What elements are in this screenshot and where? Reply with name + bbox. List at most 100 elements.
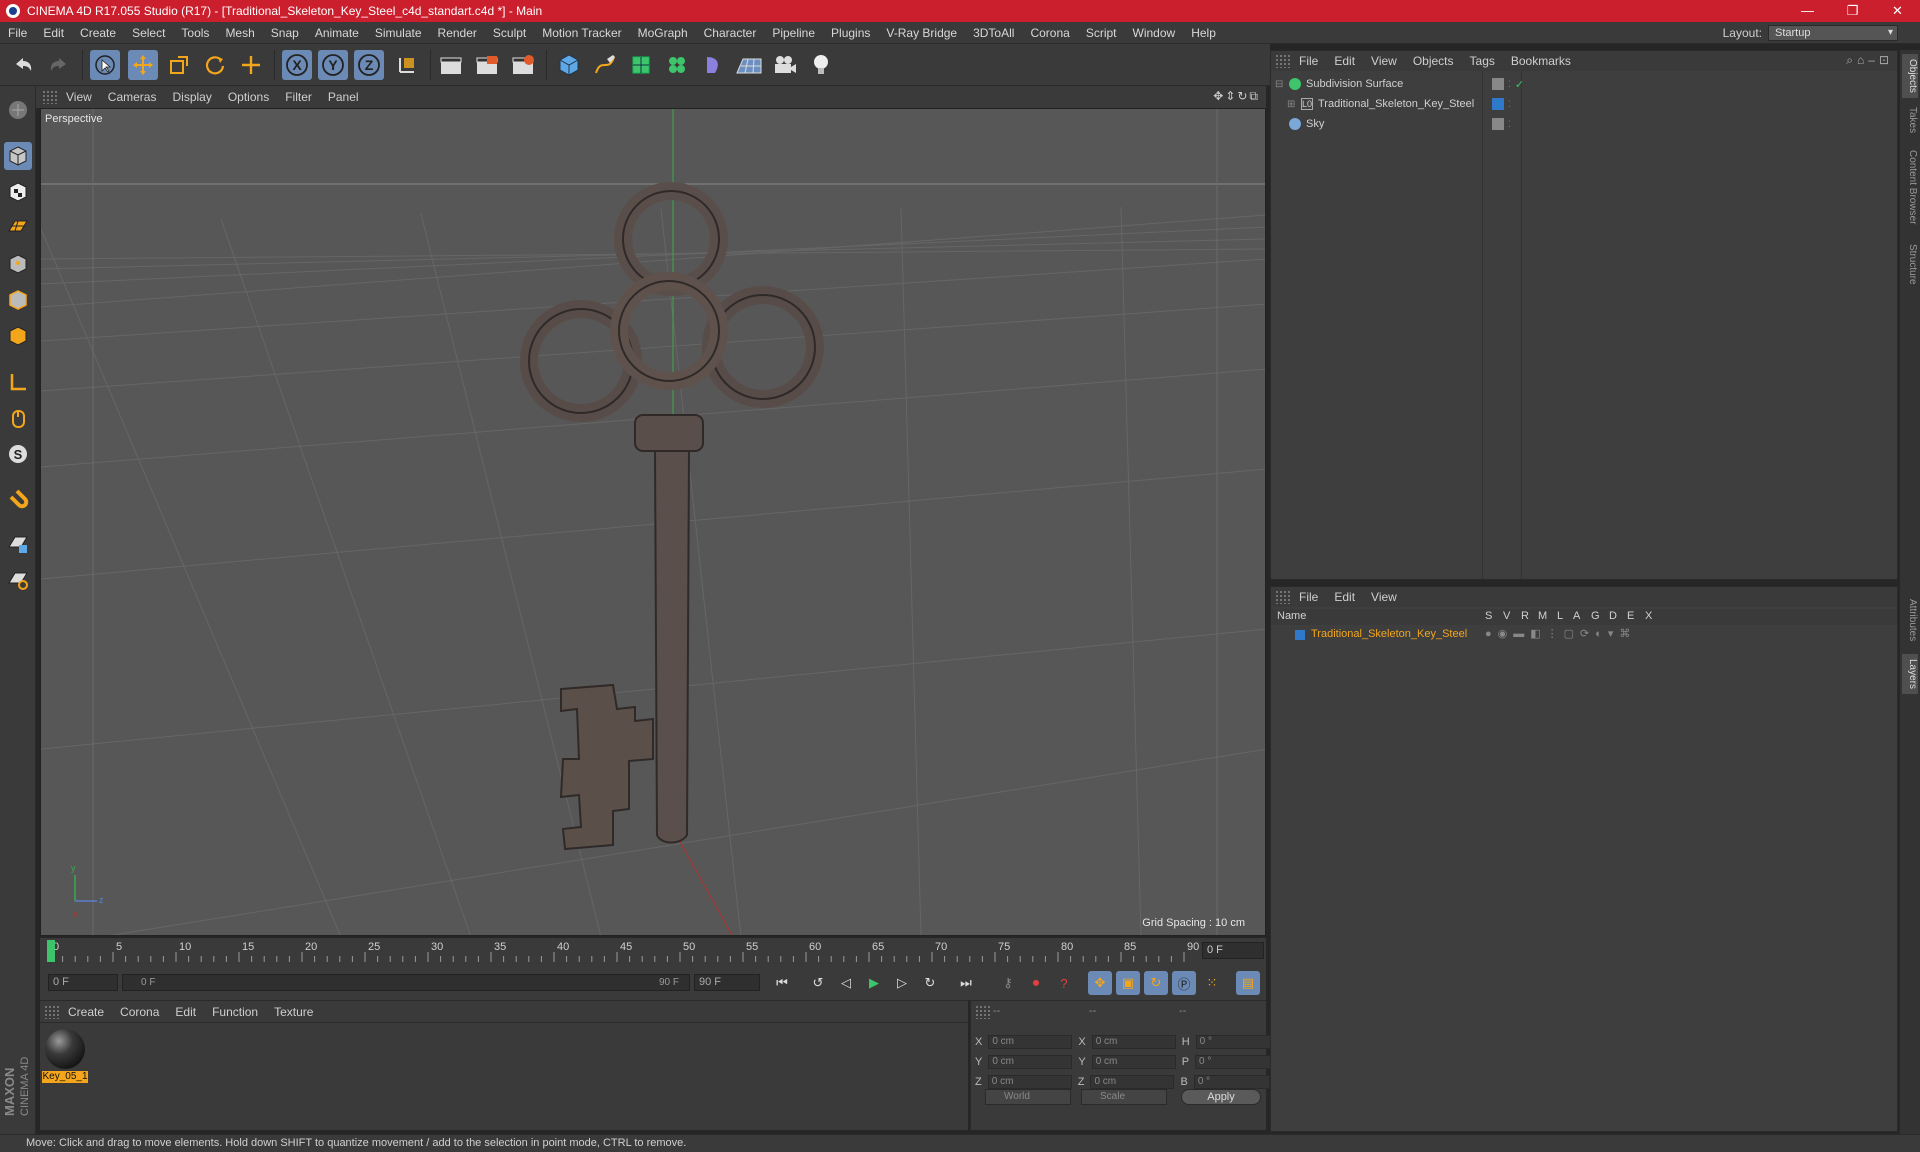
add-deformer-button[interactable]: [698, 50, 728, 80]
menu-sculpt[interactable]: Sculpt: [485, 22, 534, 44]
panel-grip[interactable]: [42, 90, 58, 104]
column-xrefs[interactable]: X: [1645, 610, 1652, 622]
om-menu-bookmarks[interactable]: Bookmarks: [1503, 54, 1579, 68]
menu-select[interactable]: Select: [124, 22, 173, 44]
tab-objects[interactable]: Objects: [1902, 54, 1918, 98]
menu-mesh[interactable]: Mesh: [217, 22, 262, 44]
visibility-dots-icon[interactable]: ⁚: [1508, 119, 1511, 130]
lock-workplane-button[interactable]: [4, 530, 32, 558]
viewport-menu-filter[interactable]: Filter: [277, 90, 320, 104]
max-time-field[interactable]: 90 F: [694, 974, 760, 991]
search-icon[interactable]: ⌕: [1846, 53, 1857, 67]
column-generators[interactable]: G: [1591, 610, 1600, 622]
layer-color-tag[interactable]: [1492, 98, 1504, 110]
menu-script[interactable]: Script: [1078, 22, 1125, 44]
object-row-subdivision-surface[interactable]: ⊟ Subdivision Surface ⁚ ✓: [1273, 75, 1895, 93]
move-tool-button[interactable]: [128, 50, 158, 80]
column-expressions[interactable]: E: [1627, 610, 1634, 622]
layer-toggle-icons[interactable]: ●◉▬◧⋮▢⟳◐▾⌘: [1485, 627, 1636, 640]
render-settings-button[interactable]: [508, 50, 538, 80]
layer-tag-icon[interactable]: [1492, 118, 1504, 130]
snapping-button[interactable]: S: [4, 440, 32, 468]
column-render[interactable]: R: [1521, 610, 1529, 622]
collapse-icon[interactable]: ⊟: [1275, 79, 1285, 90]
layer-color-swatch[interactable]: [1295, 630, 1305, 640]
menu-plugins[interactable]: Plugins: [823, 22, 878, 44]
rotation-p-field[interactable]: 0 °: [1195, 1055, 1272, 1069]
material-menu-function[interactable]: Function: [204, 1005, 266, 1019]
panel-grip[interactable]: [1275, 54, 1291, 68]
workplane-mode-button[interactable]: [4, 212, 32, 240]
3d-viewport[interactable]: y z x Perspective Grid Spacing : 10 cm: [40, 108, 1266, 936]
menu-animate[interactable]: Animate: [307, 22, 367, 44]
maximize-icon[interactable]: ⊡: [1879, 53, 1893, 67]
timeline-ruler[interactable]: 0 5 10 15 20 25 30 35 40 45 50 55 60 65 70 75 80 85 90 0 F: [40, 938, 1266, 966]
panel-grip[interactable]: [975, 1005, 991, 1019]
panel-grip[interactable]: [1275, 590, 1291, 604]
z-axis-lock-button[interactable]: Z: [354, 50, 384, 80]
tab-structure[interactable]: Structure: [1902, 236, 1918, 292]
column-view[interactable]: V: [1503, 610, 1510, 622]
expand-icon[interactable]: ⊞: [1287, 99, 1297, 110]
next-frame-button[interactable]: ▷: [890, 971, 914, 995]
menu-create[interactable]: Create: [72, 22, 124, 44]
om-menu-edit[interactable]: Edit: [1326, 54, 1363, 68]
playhead[interactable]: [47, 940, 55, 962]
size-y-field[interactable]: 0 cm: [1091, 1055, 1176, 1069]
layer-name[interactable]: Traditional_Skeleton_Key_Steel: [1311, 628, 1467, 640]
record-parameter-button[interactable]: Ⓟ: [1172, 971, 1196, 995]
layer-row[interactable]: Traditional_Skeleton_Key_Steel ●◉▬◧⋮▢⟳◐▾…: [1271, 627, 1897, 643]
size-mode-select[interactable]: Scale: [1081, 1089, 1167, 1105]
add-environment-button[interactable]: [734, 50, 764, 80]
make-editable-button[interactable]: [4, 96, 32, 124]
menu-vray-bridge[interactable]: V-Ray Bridge: [878, 22, 965, 44]
scale-tool-button[interactable]: [164, 50, 194, 80]
rotation-h-field[interactable]: 0 °: [1195, 1035, 1272, 1049]
undo-button[interactable]: [8, 50, 38, 80]
rotate-tool-button[interactable]: [200, 50, 230, 80]
om-menu-file[interactable]: File: [1291, 54, 1326, 68]
previous-key-button[interactable]: ↺: [806, 971, 830, 995]
menu-simulate[interactable]: Simulate: [367, 22, 430, 44]
coordinate-system-button[interactable]: [392, 50, 422, 80]
tab-content-browser[interactable]: Content Browser: [1902, 142, 1918, 232]
add-cube-button[interactable]: [554, 50, 584, 80]
magnet-button[interactable]: [4, 486, 32, 514]
play-forward-button[interactable]: ▶: [862, 971, 886, 995]
menu-corona[interactable]: Corona: [1022, 22, 1077, 44]
tweak-mode-button[interactable]: [4, 404, 32, 432]
next-key-button[interactable]: ↻: [918, 971, 942, 995]
texture-mode-button[interactable]: [4, 178, 32, 206]
add-camera-button[interactable]: [770, 50, 800, 80]
object-row-skeleton-key[interactable]: ⊞ L0 Traditional_Skeleton_Key_Steel ⁚: [1273, 95, 1895, 113]
edges-mode-button[interactable]: [4, 286, 32, 314]
add-spline-button[interactable]: [590, 50, 620, 80]
min-time-field[interactable]: 0 F: [48, 974, 118, 991]
menu-character[interactable]: Character: [696, 22, 765, 44]
column-locked[interactable]: L: [1557, 610, 1563, 622]
material-menu-texture[interactable]: Texture: [266, 1005, 321, 1019]
lm-menu-view[interactable]: View: [1363, 590, 1405, 604]
size-z-field[interactable]: 0 cm: [1090, 1075, 1175, 1089]
go-to-end-button[interactable]: ⏭: [954, 971, 978, 995]
layer-tag-icon[interactable]: [1492, 78, 1504, 90]
menu-mograph[interactable]: MoGraph: [630, 22, 696, 44]
y-axis-lock-button[interactable]: Y: [318, 50, 348, 80]
render-region-button[interactable]: [472, 50, 502, 80]
enabled-check-icon[interactable]: ✓: [1515, 78, 1524, 91]
position-z-field[interactable]: 0 cm: [987, 1075, 1072, 1089]
maximize-view-icon[interactable]: ⧉: [1249, 89, 1258, 104]
viewport-menu-view[interactable]: View: [58, 90, 100, 104]
material-menu-create[interactable]: Create: [60, 1005, 112, 1019]
model-mode-button[interactable]: [4, 142, 32, 170]
record-rotation-button[interactable]: ↻: [1144, 971, 1168, 995]
menu-window[interactable]: Window: [1125, 22, 1184, 44]
lm-menu-edit[interactable]: Edit: [1326, 590, 1363, 604]
position-x-field[interactable]: 0 cm: [988, 1035, 1073, 1049]
viewport-menu-panel[interactable]: Panel: [320, 90, 367, 104]
minus-icon[interactable]: –: [1868, 53, 1879, 67]
apply-button[interactable]: Apply: [1181, 1089, 1261, 1105]
column-solo[interactable]: S: [1485, 610, 1492, 622]
close-button[interactable]: ✕: [1875, 0, 1920, 22]
column-animation[interactable]: A: [1573, 610, 1580, 622]
